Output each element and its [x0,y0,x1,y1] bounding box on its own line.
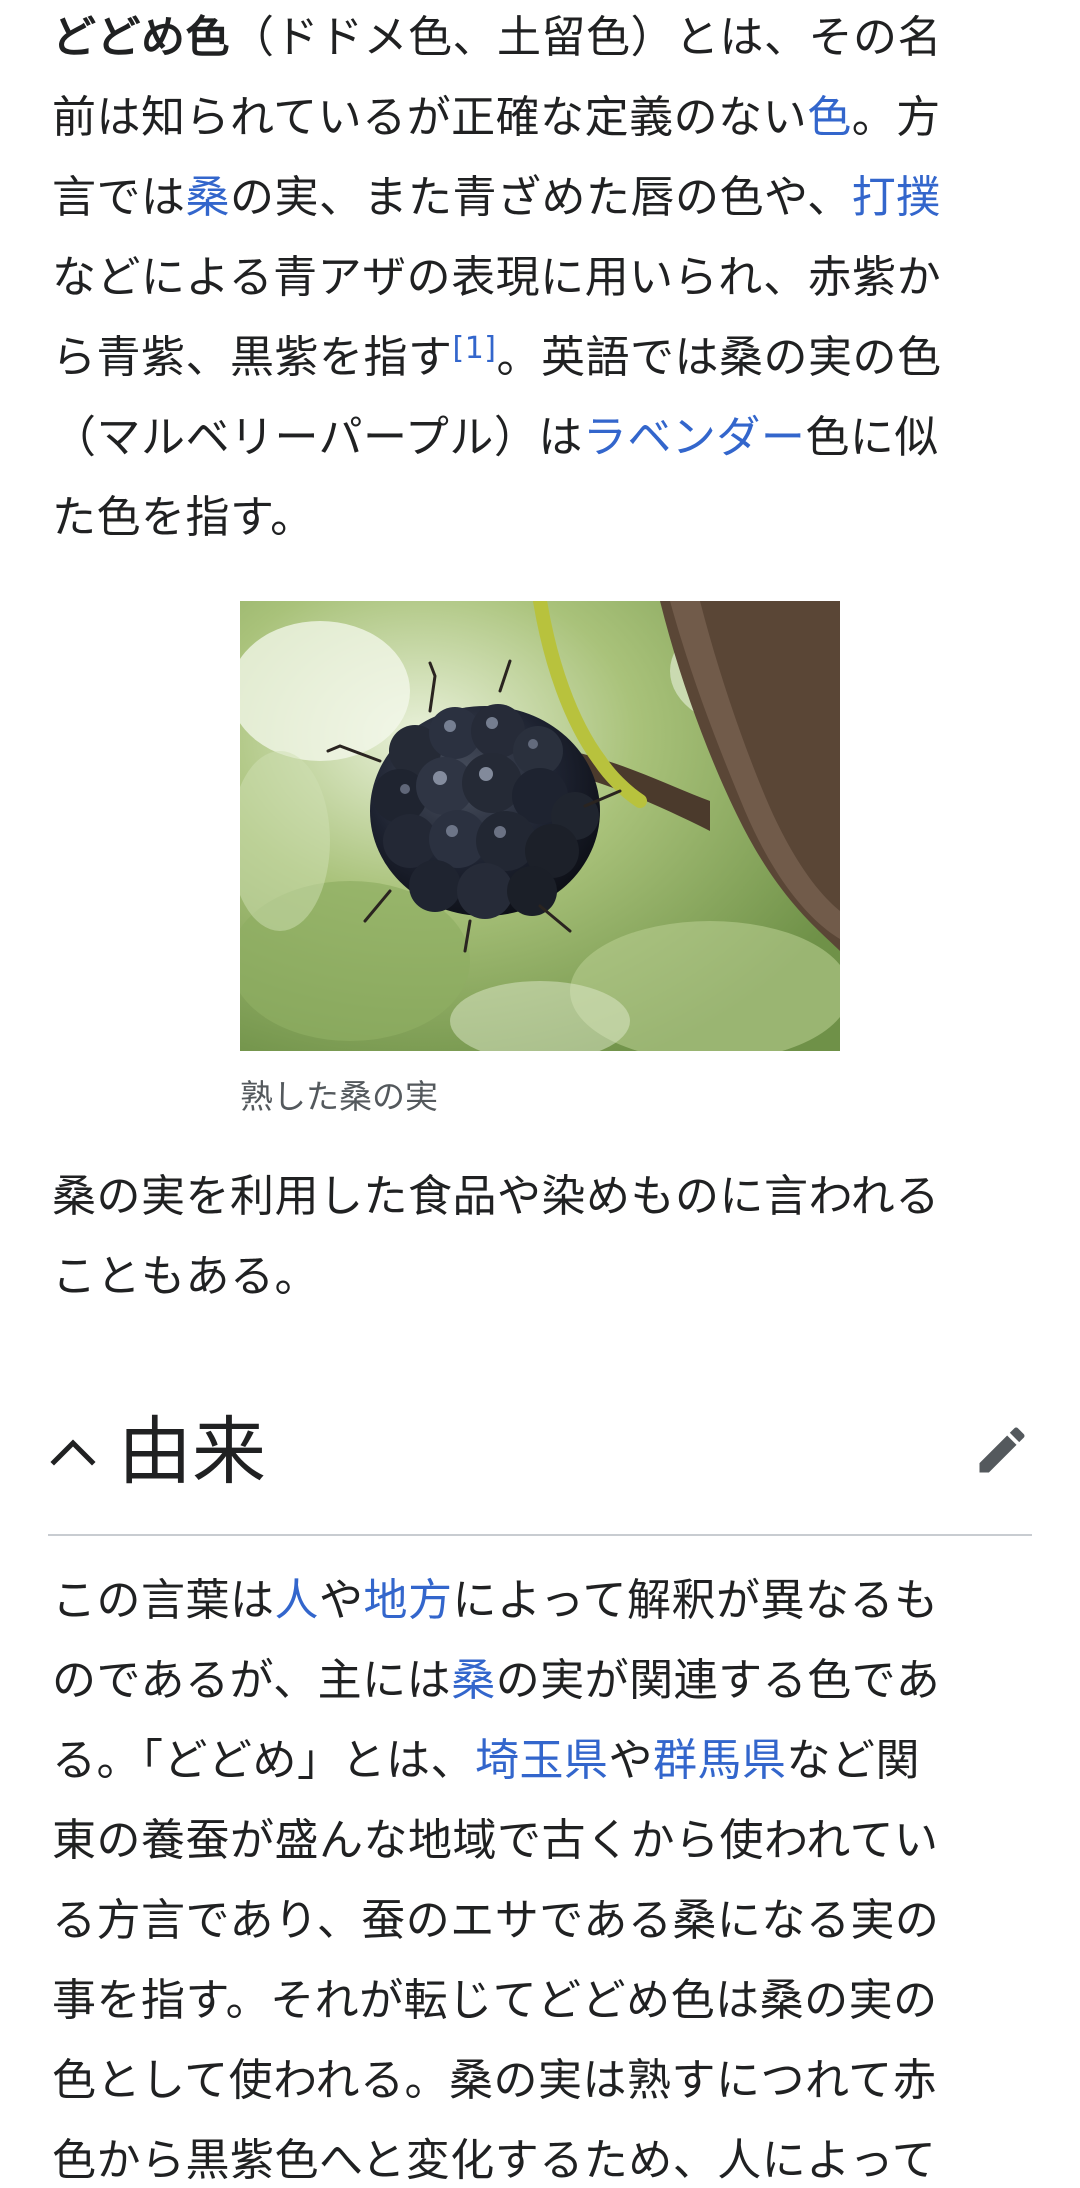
after-figure-line-2: こともある。 [52,1251,319,1302]
link-mulberry[interactable]: 桑 [186,172,231,223]
link-lavender[interactable]: ラベンダー [583,412,806,463]
mulberry-photo[interactable] [240,601,840,1051]
origin-line-3: る。「どどめ」とは、埼玉県や群馬県など関 [52,1735,920,1786]
intro-line-2: 前は知られているが正確な定義のない色。方 [52,92,941,143]
origin-line-8: 色から黒紫色へと変化するため、人によって [52,2135,937,2186]
section-divider [48,1534,1032,1536]
chevron-up-icon[interactable] [48,1428,98,1478]
article-page: どどめ色（ドドメ色、土留色）とは、その名 前は知られているが正確な定義のない色。… [0,0,1080,2188]
origin-line-6: 事を指す。それが転じてどどめ色は桑の実の [52,1975,938,2026]
origin-paragraph: この言葉は人や地方によって解釈が異なるも のであるが、主には桑の実が関連する色で… [52,1561,1028,2188]
link-person[interactable]: 人 [275,1575,320,1626]
term-bold: どどめ色 [52,12,230,63]
origin-line-2: のであるが、主には桑の実が関連する色であ [52,1655,941,1706]
intro-line-5: ら青紫、黒紫を指す[1]。英語では桑の実の色 [52,331,942,383]
link-gunma[interactable]: 群馬県 [653,1735,787,1786]
section-title: 由来 [118,1409,266,1495]
pencil-icon[interactable] [972,1420,1032,1480]
after-figure-paragraph: 桑の実を利用した食品や染めものに言われる こともある。 [52,1157,1028,1317]
reference-1[interactable]: [1] [453,331,497,366]
after-figure-line-1: 桑の実を利用した食品や染めものに言われる [52,1171,940,1222]
link-region[interactable]: 地方 [364,1575,453,1626]
intro-line-3: 言では桑の実、また青ざめた唇の色や、打撲 [52,172,941,223]
intro-line-1: どどめ色（ドドメ色、土留色）とは、その名 [52,12,942,63]
link-bruise[interactable]: 打撲 [852,172,941,223]
origin-line-1: この言葉は人や地方によって解釈が異なるも [52,1575,939,1626]
origin-line-5: る方言であり、蚕のエサである桑になる実の [52,1895,940,1946]
link-saitama[interactable]: 埼玉県 [475,1735,609,1786]
origin-line-4: 東の養蚕が盛んな地域で古くから使われてい [52,1815,939,1866]
link-color[interactable]: 色 [807,92,852,143]
mulberry-figure[interactable] [240,601,840,1051]
intro-paragraph: どどめ色（ドドメ色、土留色）とは、その名 前は知られているが正確な定義のない色。… [52,0,1028,558]
link-mulberry-2[interactable]: 桑 [451,1655,496,1706]
origin-line-7: 色として使われる。桑の実は熟すにつれて赤 [52,2055,938,2106]
section-header-origin[interactable]: 由来 [48,1394,1032,1514]
intro-line-4: などによる青アザの表現に用いられ、赤紫か [52,252,942,303]
intro-line-7: た色を指す。 [52,492,315,543]
intro-line-6: （マルベリーパープル）はラベンダー色に似 [52,412,939,463]
figure-caption: 熟した桑の実 [240,1077,438,1116]
